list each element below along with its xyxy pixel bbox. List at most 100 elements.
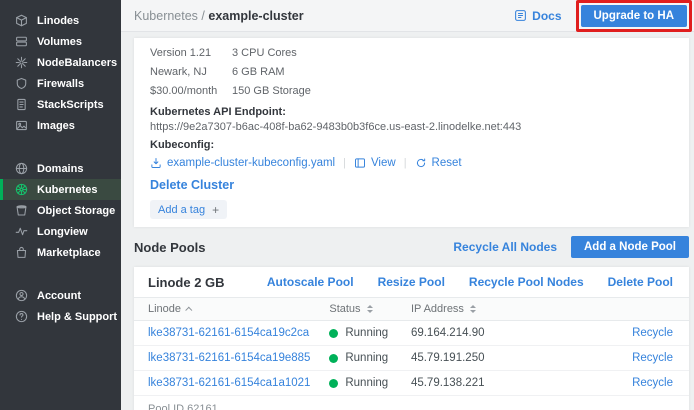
sidebar-item-label: Account — [37, 290, 81, 302]
add-tag-label: Add a tag — [158, 204, 205, 216]
spec-ram: 6 GB RAM — [232, 63, 285, 82]
sort-icon — [470, 305, 476, 313]
breadcrumb: Kubernetes / example-cluster — [134, 9, 304, 23]
reset-icon — [415, 157, 427, 169]
table-row: lke38731-62161-6154ca19e885 Running 45.7… — [134, 346, 689, 371]
domains-icon — [14, 162, 28, 176]
app-window: Linodes Volumes NodeBalancers Firewalls … — [0, 0, 694, 410]
sidebar-item-longview[interactable]: Longview — [0, 221, 121, 242]
docs-icon — [514, 9, 527, 22]
kubeconfig-reset-link[interactable]: Reset — [415, 157, 462, 169]
node-link[interactable]: lke38731-62161-6154ca19e885 — [148, 352, 310, 364]
add-node-pool-button[interactable]: Add a Node Pool — [571, 236, 689, 258]
divider: | — [343, 157, 346, 169]
sidebar-item-label: Longview — [37, 226, 88, 238]
breadcrumb-section[interactable]: Kubernetes — [134, 9, 198, 23]
status-dot-icon — [329, 354, 338, 363]
delete-cluster-button[interactable]: Delete Cluster — [150, 178, 673, 193]
sidebar-item-stackscripts[interactable]: StackScripts — [0, 94, 121, 115]
account-icon — [14, 289, 28, 303]
sidebar-item-marketplace[interactable]: Marketplace — [0, 242, 121, 263]
spec-price: $30.00/month — [150, 82, 232, 101]
autoscale-pool-link[interactable]: Autoscale Pool — [267, 275, 354, 289]
firewalls-icon — [14, 77, 28, 91]
api-endpoint-url: https://9e2a7307-b6ac-408f-ba62-9483b0b3… — [150, 121, 673, 134]
sidebar-item-label: Domains — [37, 163, 83, 175]
kubeconfig-view-label: View — [371, 157, 396, 169]
status-badge: Running — [329, 377, 411, 389]
node-pools-actions: Recycle All Nodes Add a Node Pool — [453, 236, 689, 258]
sidebar-item-images[interactable]: Images — [0, 115, 121, 136]
status-dot-icon — [329, 379, 338, 388]
column-header-status[interactable]: Status — [329, 303, 411, 315]
sidebar-item-label: Volumes — [37, 36, 82, 48]
sidebar: Linodes Volumes NodeBalancers Firewalls … — [0, 0, 121, 410]
sidebar-item-help-support[interactable]: Help & Support — [0, 306, 121, 327]
help-icon — [14, 310, 28, 324]
table-row: lke38731-62161-6154ca19c2ca Running 69.1… — [134, 321, 689, 346]
node-pools-title: Node Pools — [134, 240, 206, 255]
spec-row: Newark, NJ 6 GB RAM — [150, 63, 673, 82]
delete-pool-link[interactable]: Delete Pool — [608, 275, 673, 289]
resize-pool-link[interactable]: Resize Pool — [378, 275, 445, 289]
node-ip: 45.79.191.250 — [411, 346, 571, 371]
recycle-node-link[interactable]: Recycle — [632, 327, 673, 339]
sidebar-item-kubernetes[interactable]: Kubernetes — [0, 179, 121, 200]
marketplace-icon — [14, 246, 28, 260]
docs-link[interactable]: Docs — [514, 9, 561, 23]
upgrade-highlight-box: Upgrade to HA — [576, 0, 693, 32]
sidebar-item-label: StackScripts — [37, 99, 104, 111]
object-storage-icon — [14, 204, 28, 218]
table-row: lke38731-62161-6154ca1a1021 Running 45.7… — [134, 371, 689, 396]
download-icon — [150, 157, 162, 169]
upgrade-to-ha-button[interactable]: Upgrade to HA — [581, 5, 688, 27]
sidebar-item-label: Kubernetes — [37, 184, 98, 196]
node-link[interactable]: lke38731-62161-6154ca19c2ca — [148, 327, 309, 339]
sidebar-item-nodebalancers[interactable]: NodeBalancers — [0, 52, 121, 73]
node-pools-header: Node Pools Recycle All Nodes Add a Node … — [134, 234, 689, 260]
recycle-all-nodes-link[interactable]: Recycle All Nodes — [453, 240, 557, 254]
images-icon — [14, 119, 28, 133]
add-tag-button[interactable]: Add a tag + — [150, 200, 227, 219]
linodes-icon — [14, 14, 28, 28]
nodes-table: Linode Status IP Address lke38731-62161-… — [134, 297, 689, 396]
node-pool-card: Linode 2 GB Autoscale Pool Resize Pool R… — [134, 267, 689, 410]
status-dot-icon — [329, 329, 338, 338]
sidebar-item-domains[interactable]: Domains — [0, 158, 121, 179]
sidebar-item-object-storage[interactable]: Object Storage — [0, 200, 121, 221]
recycle-node-link[interactable]: Recycle — [632, 377, 673, 389]
node-link[interactable]: lke38731-62161-6154ca1a1021 — [148, 377, 310, 389]
api-endpoint-label: Kubernetes API Endpoint: — [150, 106, 673, 119]
docs-link-label: Docs — [532, 9, 561, 23]
column-header-linode[interactable]: Linode — [148, 303, 329, 315]
kubeconfig-file-name: example-cluster-kubeconfig.yaml — [167, 157, 335, 169]
sidebar-item-label: Marketplace — [37, 247, 101, 259]
node-ip: 69.164.214.90 — [411, 321, 571, 346]
pool-header: Linode 2 GB Autoscale Pool Resize Pool R… — [134, 267, 689, 297]
spec-storage: 150 GB Storage — [232, 82, 311, 101]
kubeconfig-actions: example-cluster-kubeconfig.yaml | View |… — [150, 155, 673, 170]
sidebar-item-account[interactable]: Account — [0, 285, 121, 306]
sidebar-item-volumes[interactable]: Volumes — [0, 31, 121, 52]
topbar: Kubernetes / example-cluster Docs Upgrad… — [121, 0, 694, 32]
recycle-node-link[interactable]: Recycle — [632, 352, 673, 364]
recycle-pool-nodes-link[interactable]: Recycle Pool Nodes — [469, 275, 584, 289]
status-badge: Running — [329, 352, 411, 364]
sidebar-item-label: Object Storage — [37, 205, 115, 217]
kubeconfig-reset-label: Reset — [432, 157, 462, 169]
view-icon — [354, 157, 366, 169]
spec-row: $30.00/month 150 GB Storage — [150, 82, 673, 101]
content: Version 1.21 3 CPU Cores Newark, NJ 6 GB… — [121, 32, 694, 410]
sidebar-item-linodes[interactable]: Linodes — [0, 10, 121, 31]
spec-cpu: 3 CPU Cores — [232, 44, 297, 63]
kubeconfig-download-link[interactable]: example-cluster-kubeconfig.yaml — [150, 157, 335, 169]
nodebalancers-icon — [14, 56, 28, 70]
kubeconfig-view-link[interactable]: View — [354, 157, 396, 169]
sidebar-item-firewalls[interactable]: Firewalls — [0, 73, 121, 94]
column-header-ip[interactable]: IP Address — [411, 303, 571, 315]
spec-region: Newark, NJ — [150, 63, 232, 82]
kubernetes-icon — [14, 183, 28, 197]
sort-asc-icon — [185, 306, 192, 313]
node-ip: 45.79.138.221 — [411, 371, 571, 396]
volumes-icon — [14, 35, 28, 49]
